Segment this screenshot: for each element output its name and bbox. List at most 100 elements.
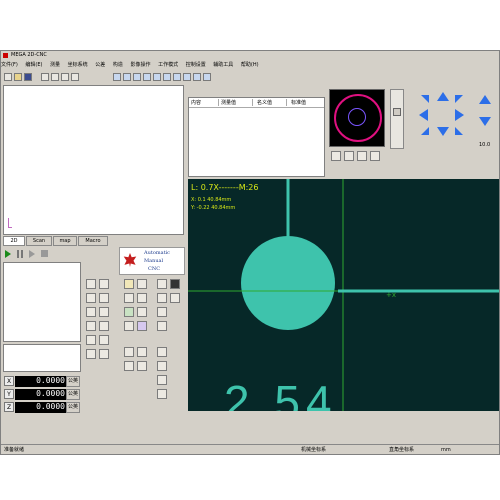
auto-edge-icon[interactable] [137,321,147,331]
folder-icon[interactable] [137,293,147,303]
circle-tool-icon[interactable] [86,307,96,317]
x-unit-button[interactable]: 公英 [66,376,80,387]
grid-icon[interactable] [61,73,69,81]
info-box [3,344,81,372]
stop-icon[interactable] [41,250,48,257]
tab-map[interactable]: map [53,236,77,246]
scale-tool-icon[interactable] [157,375,167,385]
image-tool-icon[interactable] [124,307,134,317]
export-icon[interactable] [170,293,180,303]
zoom-out-icon[interactable] [86,279,96,289]
arc-tool-icon[interactable] [99,307,109,317]
zoom-icon[interactable] [51,73,59,81]
open-folder-icon[interactable] [14,73,22,81]
measure-distance-icon[interactable] [113,73,121,81]
crosshair-tool-icon[interactable] [157,307,167,317]
measure-position-icon[interactable] [173,73,181,81]
menu-measure[interactable]: 测量 [50,60,60,71]
jog-left-icon[interactable] [419,109,428,121]
light-slider-thumb[interactable] [393,108,401,116]
column-header-measured: 测量值 [221,99,253,106]
measure-angle-icon[interactable] [123,73,131,81]
menu-tools[interactable]: 辅助工具 [213,60,233,71]
capture-tool-icon[interactable] [124,347,134,357]
slot-tool-icon[interactable] [99,321,109,331]
tab-macro[interactable]: Macro [78,236,108,246]
menu-image[interactable]: 影像操作 [130,60,150,71]
menu-edit[interactable]: 编辑(E) [25,60,42,71]
ellipse-tool-icon[interactable] [86,321,96,331]
jog-z-up-icon[interactable] [479,95,491,104]
pause-icon[interactable] [17,250,23,258]
menu-coordinate[interactable]: 坐标系统 [68,60,88,71]
view-tool-icon[interactable] [137,361,147,371]
logo-line-3: CNC [148,266,161,272]
jog-down-right-icon[interactable] [455,127,463,135]
distance-tool-icon[interactable] [99,335,109,345]
status-machine-coord: 机械坐标系 [301,447,327,453]
edge-tool-icon[interactable] [137,307,147,317]
focus-tool-icon[interactable] [124,321,134,331]
tab-scan[interactable]: Scan [26,236,52,246]
angle-tool-icon[interactable] [86,335,96,345]
menu-help[interactable]: 帮助(H) [241,60,259,71]
filter-icon[interactable] [137,279,147,289]
measure-circle-icon[interactable] [163,73,171,81]
save-data-icon[interactable] [124,293,134,303]
play-icon[interactable] [5,250,11,258]
jog-right-icon[interactable] [455,109,464,121]
probe-icon[interactable] [170,279,180,289]
measure-height-icon[interactable] [143,73,151,81]
program-list[interactable] [3,262,81,342]
jog-up-icon[interactable] [437,92,449,101]
jog-up-left-icon[interactable] [421,95,429,103]
curve-tool-icon[interactable] [86,349,96,359]
jog-down-left-icon[interactable] [421,127,429,135]
z-axis-label: Z [4,402,14,412]
new-file-icon[interactable] [4,73,12,81]
measure-run-icon[interactable] [193,73,201,81]
target-reset-icon[interactable] [370,151,380,161]
target-zoom-in-icon[interactable] [331,151,341,161]
overlay-tool-icon[interactable] [157,347,167,357]
lamp-icon[interactable] [124,279,134,289]
measurement-table[interactable]: 内容 测量值 名义值 标准值 [188,97,325,177]
column-header-content: 内容 [191,99,219,106]
jog-up-right-icon[interactable] [455,95,463,103]
compare-tool-icon[interactable] [137,347,147,357]
measure-width-icon[interactable] [133,73,141,81]
menu-tolerance[interactable]: 公差 [95,60,105,71]
crosshair-icon[interactable] [41,73,49,81]
target-preview [329,89,385,147]
tab-2d[interactable]: 2D [3,236,25,246]
target-zoom-out-icon[interactable] [344,151,354,161]
y-unit-button[interactable]: 公英 [66,389,80,400]
print-icon[interactable] [157,293,167,303]
grid-tool-icon[interactable] [124,361,134,371]
target-center-icon[interactable] [357,151,367,161]
menu-construct[interactable]: 构造 [113,60,123,71]
z-unit-button[interactable]: 公英 [66,402,80,413]
point-icon[interactable] [86,293,96,303]
intersection-icon[interactable] [157,321,167,331]
camera-view[interactable]: L: 0.7X-------M:26 X: 0.1 40.84mm Y: -0.… [188,179,499,411]
menu-file[interactable]: 文件(F) [1,60,18,71]
line-icon[interactable] [99,293,109,303]
jog-z-down-icon[interactable] [479,117,491,126]
light-slider[interactable] [390,89,404,149]
measure-radius-icon[interactable] [153,73,161,81]
measure-stop-icon[interactable] [203,73,211,81]
pen-icon[interactable] [99,279,109,289]
fit-icon[interactable] [71,73,79,81]
menu-control[interactable]: 控制设置 [186,60,206,71]
save-icon[interactable] [24,73,32,81]
chart-tool-icon[interactable] [157,361,167,371]
report-tool-icon[interactable] [157,389,167,399]
step-icon[interactable] [29,250,35,258]
wave-tool-icon[interactable] [99,349,109,359]
table-icon[interactable] [157,279,167,289]
measure-symmetry-icon[interactable] [183,73,191,81]
drawing-area[interactable] [3,85,184,235]
jog-down-icon[interactable] [437,127,449,136]
menu-mode[interactable]: 工作模式 [158,60,178,71]
